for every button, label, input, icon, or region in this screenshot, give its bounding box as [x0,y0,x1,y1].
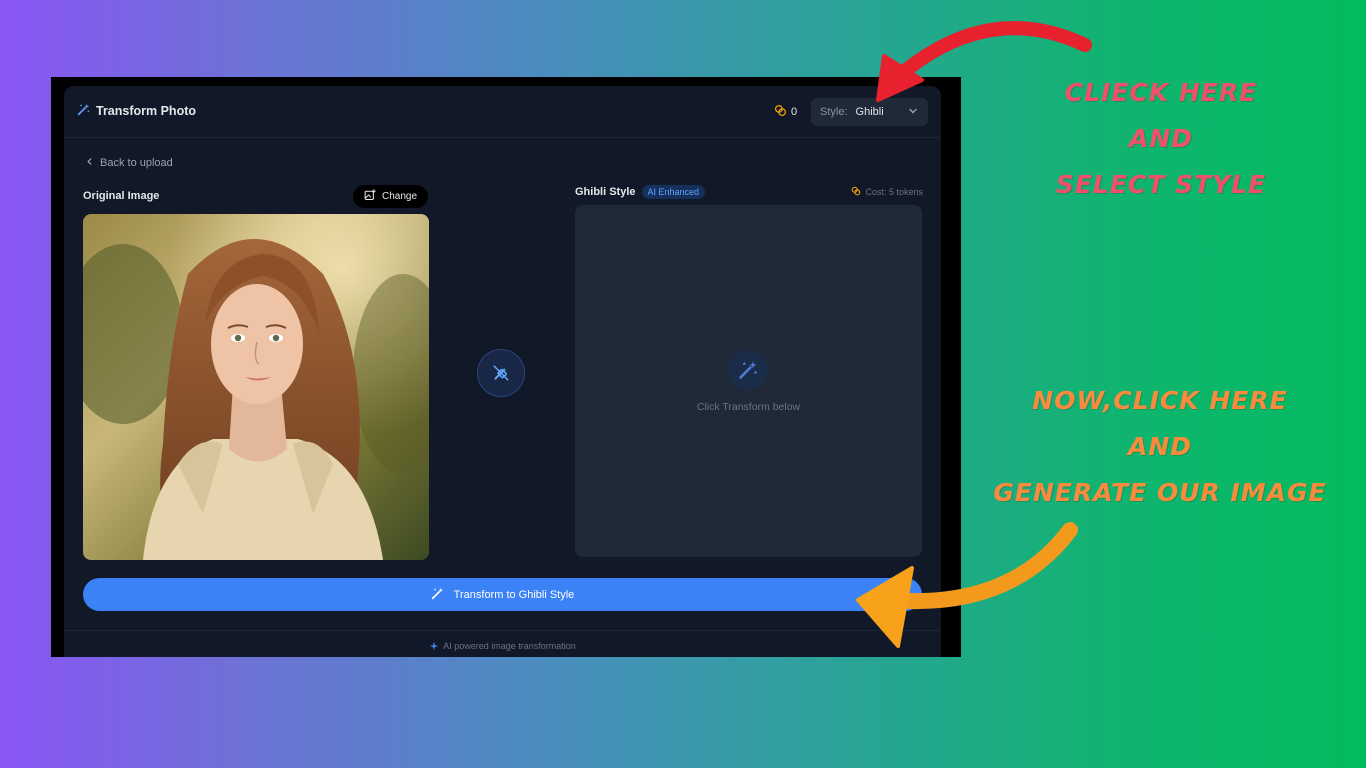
magic-wand-icon [728,350,768,390]
annotation-line: AND [1128,124,1194,153]
app-title: Transform Photo [77,103,196,119]
sparkles-icon [429,641,439,653]
transform-button[interactable]: Transform to Ghibli Style [83,578,922,611]
transform-button-label: Transform to Ghibli Style [453,588,575,601]
result-title-text: Ghibli Style [575,186,636,198]
annotation-line: CLIECK HERE [1064,78,1258,107]
back-link-label: Back to upload [100,157,173,169]
annotation-line: GENERATE OUR IMAGE [993,478,1327,507]
change-image-button[interactable]: Change [353,185,428,208]
app-title-text: Transform Photo [96,104,197,118]
token-cost: Cost: 5 tokens [851,186,923,198]
transform-direction-icon [477,349,525,397]
app-footer: AI powered image transformation [64,630,941,657]
transform-photo-app: Transform Photo 0 Style: Ghibli Back to … [64,86,941,657]
result-preview-panel: Click Transform below [575,205,922,557]
annotation-line: NOW,CLICK HERE [1032,386,1288,415]
result-title: Ghibli Style AI Enhanced [575,185,706,199]
coins-icon [774,104,787,120]
screenshot-frame: Transform Photo 0 Style: Ghibli Back to … [51,77,961,657]
back-to-upload-link[interactable]: Back to upload [85,157,173,169]
original-photo [83,214,429,560]
image-plus-icon [364,189,376,204]
style-select[interactable]: Style: Ghibli [811,98,928,126]
original-image-label: Original Image [83,190,160,202]
chevron-left-icon [85,157,94,169]
coins-icon [851,186,861,198]
style-select-value: Ghibli [855,106,884,118]
token-cost-text: Cost: 5 tokens [865,187,923,197]
app-header: Transform Photo 0 Style: Ghibli [64,86,941,138]
footer-text: AI powered image transformation [443,641,576,651]
chevron-down-icon [908,106,918,119]
magic-wand-icon [77,103,90,119]
annotation-generate-image: NOW,CLICK HERE AND GENERATE OUR IMAGE [985,378,1335,516]
result-hint-text: Click Transform below [696,401,801,413]
annotation-line: AND [1127,432,1193,461]
magic-wand-icon [431,587,444,603]
style-select-label: Style: [820,106,848,118]
token-count-value: 0 [791,106,798,118]
change-button-label: Change [381,191,418,202]
annotation-select-style: CLIECK HERE AND SELECT STYLE [1036,70,1286,208]
red-arrow-shaft [893,21,1092,82]
ai-enhanced-badge: AI Enhanced [641,185,706,199]
annotation-line: SELECT STYLE [1055,170,1267,199]
token-counter: 0 [774,104,797,120]
